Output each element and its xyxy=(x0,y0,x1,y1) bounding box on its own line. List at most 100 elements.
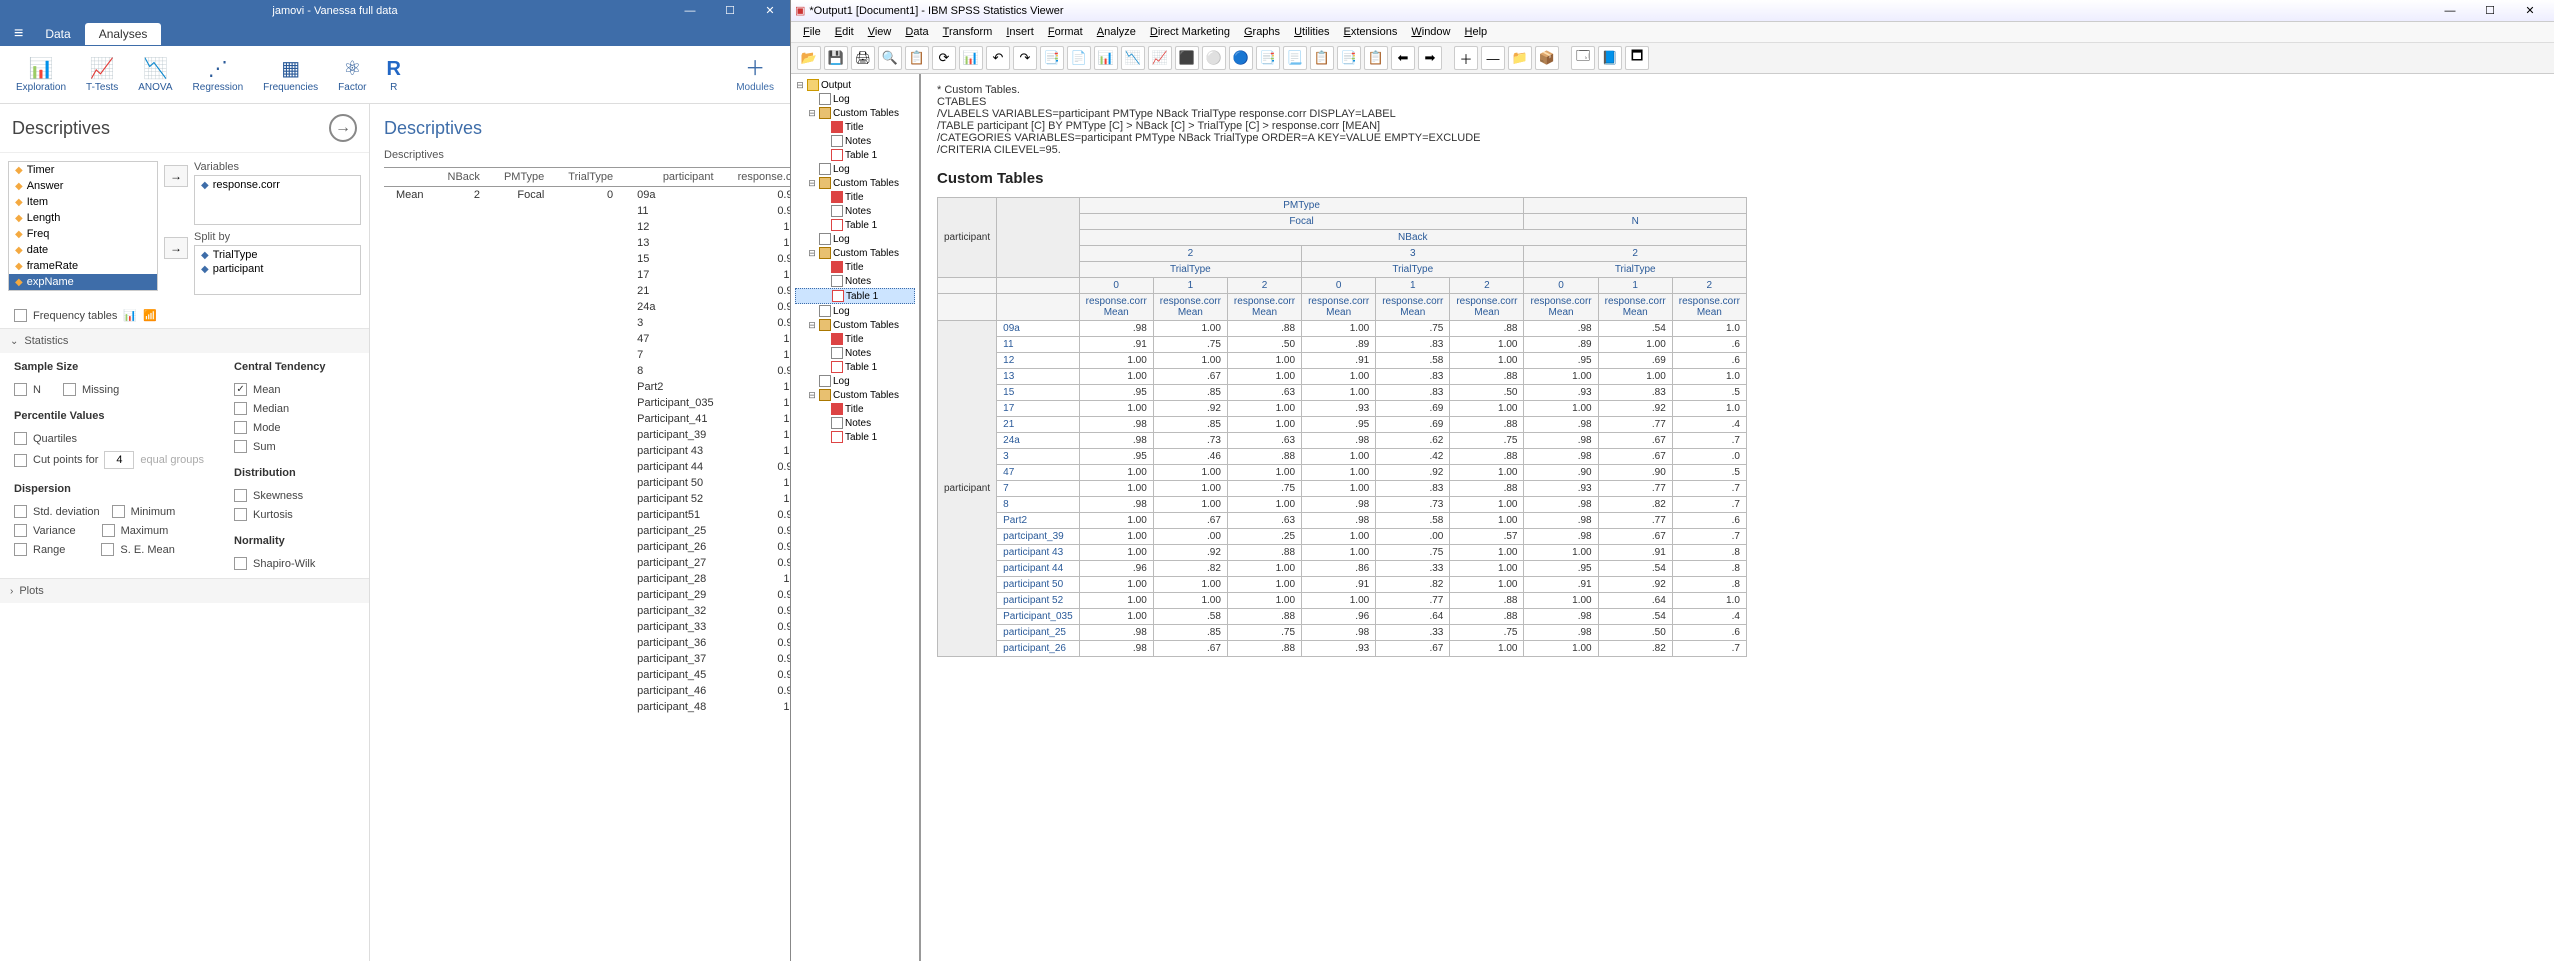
ribbon-modules[interactable]: ＋Modules xyxy=(726,50,784,99)
menu-view[interactable]: View xyxy=(862,24,898,40)
menu-help[interactable]: Help xyxy=(1459,24,1494,40)
kurtosis-checkbox[interactable] xyxy=(234,508,247,521)
toolbar-button-30[interactable]: 🗔 xyxy=(1571,46,1595,70)
move-to-vars-button[interactable]: → xyxy=(164,165,188,187)
tree-node[interactable]: Notes xyxy=(795,274,915,288)
plots-header[interactable]: ›Plots xyxy=(0,579,369,603)
tree-node[interactable]: Notes xyxy=(795,204,915,218)
variables-box[interactable]: ◆response.corr xyxy=(194,175,361,225)
source-var-item[interactable]: ◆Item xyxy=(9,194,157,210)
splitby-item[interactable]: ◆participant xyxy=(197,262,358,276)
toolbar-button-26[interactable]: — xyxy=(1481,46,1505,70)
menu-graphs[interactable]: Graphs xyxy=(1238,24,1286,40)
tree-node[interactable]: ⊟Custom Tables xyxy=(795,318,915,332)
tree-node[interactable]: ⊟Output xyxy=(795,78,915,92)
toolbar-button-31[interactable]: 📘 xyxy=(1598,46,1622,70)
toolbar-button-1[interactable]: 💾 xyxy=(824,46,848,70)
toolbar-button-21[interactable]: 📋 xyxy=(1364,46,1388,70)
tab-analyses[interactable]: Analyses xyxy=(85,23,162,45)
tree-node[interactable]: Title xyxy=(795,332,915,346)
toolbar-button-28[interactable]: 📦 xyxy=(1535,46,1559,70)
tree-node[interactable]: Title xyxy=(795,402,915,416)
run-arrow-icon[interactable]: → xyxy=(329,114,357,142)
tree-node[interactable]: Table 1 xyxy=(795,218,915,232)
toolbar-button-27[interactable]: 📁 xyxy=(1508,46,1532,70)
tree-node[interactable]: Title xyxy=(795,190,915,204)
toolbar-button-22[interactable]: ⬅ xyxy=(1391,46,1415,70)
toolbar-button-8[interactable]: ↷ xyxy=(1013,46,1037,70)
menu-data[interactable]: Data xyxy=(899,24,934,40)
tree-node[interactable]: ⊟Custom Tables xyxy=(795,106,915,120)
tree-node[interactable]: Table 1 xyxy=(795,360,915,374)
toolbar-button-4[interactable]: 📋 xyxy=(905,46,929,70)
tree-node[interactable]: Table 1 xyxy=(795,288,915,304)
toolbar-button-14[interactable]: ⬛ xyxy=(1175,46,1199,70)
mean-checkbox[interactable] xyxy=(234,383,247,396)
toolbar-button-32[interactable]: 🗖 xyxy=(1625,46,1649,70)
mode-checkbox[interactable] xyxy=(234,421,247,434)
tree-node[interactable]: Table 1 xyxy=(795,430,915,444)
spss-menubar[interactable]: FileEditViewDataTransformInsertFormatAna… xyxy=(791,22,2554,43)
toolbar-button-17[interactable]: 📑 xyxy=(1256,46,1280,70)
tree-node[interactable]: ⊟Custom Tables xyxy=(795,246,915,260)
menu-utilities[interactable]: Utilities xyxy=(1288,24,1335,40)
tree-node[interactable]: Log xyxy=(795,304,915,318)
tree-node[interactable]: Table 1 xyxy=(795,148,915,162)
source-var-item[interactable]: ◆Length xyxy=(9,210,157,226)
tab-data[interactable]: Data xyxy=(31,23,84,45)
ribbon-factor[interactable]: ⚛Factor xyxy=(328,50,376,99)
expand-icon[interactable]: ⊟ xyxy=(807,390,817,401)
output-tree[interactable]: ⊟OutputLog⊟Custom TablesTitleNotesTable … xyxy=(791,74,921,961)
sd-checkbox[interactable] xyxy=(14,505,27,518)
toolbar-button-13[interactable]: 📈 xyxy=(1148,46,1172,70)
toolbar-button-10[interactable]: 📄 xyxy=(1067,46,1091,70)
spss-min-button[interactable]: — xyxy=(2430,5,2470,17)
tree-node[interactable]: Log xyxy=(795,232,915,246)
source-var-item[interactable]: ◆frameRate xyxy=(9,258,157,274)
tree-node[interactable]: ⊟Custom Tables xyxy=(795,176,915,190)
toolbar-button-25[interactable]: ＋ xyxy=(1454,46,1478,70)
menu-file[interactable]: File xyxy=(797,24,827,40)
statistics-header[interactable]: ⌄Statistics xyxy=(0,329,369,353)
toolbar-button-12[interactable]: 📉 xyxy=(1121,46,1145,70)
menu-format[interactable]: Format xyxy=(1042,24,1089,40)
ribbon-regression[interactable]: ⋰Regression xyxy=(183,50,254,99)
n-checkbox[interactable] xyxy=(14,383,27,396)
toolbar-button-19[interactable]: 📋 xyxy=(1310,46,1334,70)
close-button[interactable]: ✕ xyxy=(750,0,790,22)
ribbon-ttests[interactable]: 📈T-Tests xyxy=(76,50,128,99)
toolbar-button-2[interactable]: 🖨 xyxy=(851,46,875,70)
tree-node[interactable]: Title xyxy=(795,120,915,134)
source-var-item[interactable]: ◆Freq xyxy=(9,226,157,242)
skewness-checkbox[interactable] xyxy=(234,489,247,502)
expand-icon[interactable]: ⊟ xyxy=(807,108,817,119)
menu-insert[interactable]: Insert xyxy=(1000,24,1040,40)
tree-node[interactable]: Notes xyxy=(795,134,915,148)
ribbon-exploration[interactable]: 📊Exploration xyxy=(6,50,76,99)
missing-checkbox[interactable] xyxy=(63,383,76,396)
var-checkbox[interactable] xyxy=(14,524,27,537)
menu-extensions[interactable]: Extensions xyxy=(1338,24,1404,40)
quartiles-checkbox[interactable] xyxy=(14,432,27,445)
range-checkbox[interactable] xyxy=(14,543,27,556)
menu-edit[interactable]: Edit xyxy=(829,24,860,40)
spss-close-button[interactable]: ✕ xyxy=(2510,4,2550,17)
source-var-item[interactable]: ◆expName xyxy=(9,274,157,290)
se-checkbox[interactable] xyxy=(101,543,114,556)
source-var-item[interactable]: ◆Answer xyxy=(9,178,157,194)
min-checkbox[interactable] xyxy=(112,505,125,518)
min-button[interactable]: — xyxy=(670,0,710,22)
expand-icon[interactable]: ⊟ xyxy=(795,80,805,91)
source-variable-list[interactable]: ◆Timer◆Answer◆Item◆Length◆Freq◆date◆fram… xyxy=(8,161,158,291)
menu-transform[interactable]: Transform xyxy=(937,24,999,40)
toolbar-button-20[interactable]: 📑 xyxy=(1337,46,1361,70)
toolbar-button-23[interactable]: ➡ xyxy=(1418,46,1442,70)
tree-node[interactable]: Title xyxy=(795,260,915,274)
toolbar-button-6[interactable]: 📊 xyxy=(959,46,983,70)
menu-window[interactable]: Window xyxy=(1405,24,1456,40)
toolbar-button-11[interactable]: 📊 xyxy=(1094,46,1118,70)
expand-icon[interactable]: ⊟ xyxy=(807,320,817,331)
tree-node[interactable]: Log xyxy=(795,374,915,388)
menu-analyze[interactable]: Analyze xyxy=(1091,24,1142,40)
spss-toolbar[interactable]: 📂💾🖨🔍📋⟳📊↶↷📑📄📊📉📈⬛⚪🔵📑📃📋📑📋⬅➡＋—📁📦🗔📘🗖 xyxy=(791,43,2554,74)
